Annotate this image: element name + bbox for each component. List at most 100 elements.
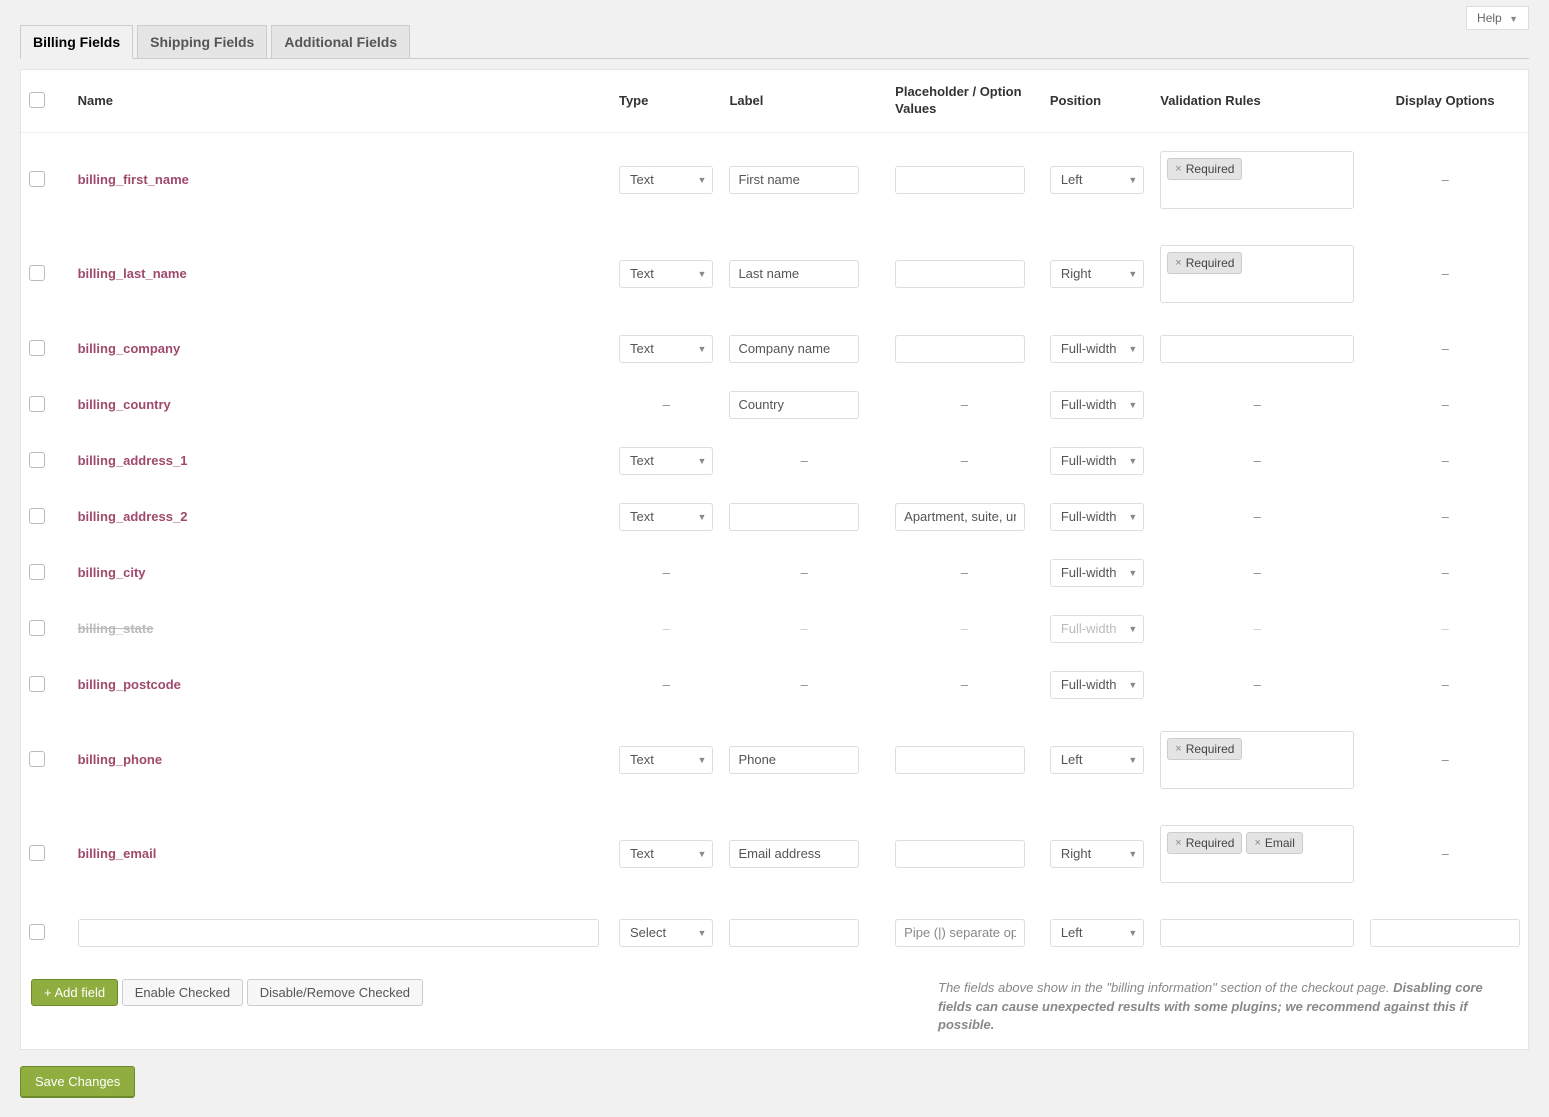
field-name-link[interactable]: billing_last_name <box>78 266 187 281</box>
select: Full-width▼ <box>1050 615 1144 643</box>
validation-box[interactable]: ×Required <box>1160 245 1354 303</box>
text-input[interactable] <box>729 746 859 774</box>
enable-checked-button[interactable]: Enable Checked <box>122 979 243 1006</box>
disable-remove-checked-button[interactable]: Disable/Remove Checked <box>247 979 423 1006</box>
select[interactable]: Select▼ <box>619 919 713 947</box>
row-checkbox[interactable] <box>29 751 45 767</box>
select[interactable]: Text▼ <box>619 503 713 531</box>
select[interactable]: Text▼ <box>619 746 713 774</box>
text-input[interactable] <box>729 166 859 194</box>
caret-down-icon: ▼ <box>1128 568 1137 578</box>
text-input[interactable] <box>895 840 1025 868</box>
select[interactable]: Left▼ <box>1050 166 1144 194</box>
dash: – <box>1441 621 1448 636</box>
row-checkbox[interactable] <box>29 265 45 281</box>
display-options-box[interactable] <box>1370 919 1520 947</box>
dash: – <box>1441 752 1448 767</box>
row-checkbox[interactable] <box>29 508 45 524</box>
field-row: billing_email Text▼ Right▼ ×Required×Email – <box>21 807 1528 901</box>
caret-down-icon: ▼ <box>698 456 707 466</box>
row-checkbox[interactable] <box>29 924 45 940</box>
select[interactable]: Full-width▼ <box>1050 391 1144 419</box>
caret-down-icon: ▼ <box>698 175 707 185</box>
row-checkbox[interactable] <box>29 452 45 468</box>
caret-down-icon: ▼ <box>1128 849 1137 859</box>
select[interactable]: Text▼ <box>619 840 713 868</box>
field-name-link[interactable]: billing_postcode <box>78 677 181 692</box>
select[interactable]: Full-width▼ <box>1050 503 1144 531</box>
text-input[interactable] <box>729 260 859 288</box>
field-name-link[interactable]: billing_address_1 <box>78 453 188 468</box>
validation-box[interactable]: ×Required <box>1160 151 1354 209</box>
text-input[interactable] <box>895 919 1025 947</box>
select[interactable]: Left▼ <box>1050 919 1144 947</box>
field-name-link[interactable]: billing_city <box>78 565 146 580</box>
row-checkbox[interactable] <box>29 564 45 580</box>
row-checkbox[interactable] <box>29 171 45 187</box>
text-input[interactable] <box>895 503 1025 531</box>
remove-tag-icon[interactable]: × <box>1254 837 1260 849</box>
col-type: Type <box>611 70 721 132</box>
field-name-link[interactable]: billing_company <box>78 341 181 356</box>
select[interactable]: Right▼ <box>1050 260 1144 288</box>
dash: – <box>1441 453 1448 468</box>
row-checkbox[interactable] <box>29 340 45 356</box>
row-checkbox[interactable] <box>29 676 45 692</box>
text-input[interactable] <box>895 335 1025 363</box>
row-checkbox[interactable] <box>29 396 45 412</box>
tab-shipping-fields[interactable]: Shipping Fields <box>137 25 267 58</box>
validation-box[interactable] <box>1160 919 1354 947</box>
remove-tag-icon[interactable]: × <box>1175 163 1181 175</box>
caret-down-icon: ▼ <box>1128 344 1137 354</box>
text-input[interactable] <box>78 919 599 947</box>
select[interactable]: Full-width▼ <box>1050 335 1144 363</box>
text-input[interactable] <box>729 840 859 868</box>
help-label: Help <box>1477 11 1502 25</box>
select[interactable]: Text▼ <box>619 447 713 475</box>
dash: – <box>801 565 808 580</box>
remove-tag-icon[interactable]: × <box>1175 743 1181 755</box>
col-placeholder: Placeholder / Option Values <box>887 70 1042 132</box>
select[interactable]: Full-width▼ <box>1050 447 1144 475</box>
text-input[interactable] <box>895 260 1025 288</box>
col-validation: Validation Rules <box>1152 70 1362 132</box>
field-row: billing_last_nameText▼Right▼×Required– <box>21 227 1528 321</box>
tab-billing-fields[interactable]: Billing Fields <box>20 25 133 59</box>
field-name-link[interactable]: billing_first_name <box>78 172 189 187</box>
row-checkbox[interactable] <box>29 845 45 861</box>
tab-additional-fields[interactable]: Additional Fields <box>271 25 410 58</box>
select[interactable]: Text▼ <box>619 260 713 288</box>
text-input[interactable] <box>729 503 859 531</box>
field-name-link[interactable]: billing_phone <box>78 752 163 767</box>
select-all-checkbox[interactable] <box>29 92 45 108</box>
caret-down-icon: ▼ <box>1128 755 1137 765</box>
text-input[interactable] <box>729 391 859 419</box>
validation-box[interactable] <box>1160 335 1354 363</box>
field-name-link[interactable]: billing_address_2 <box>78 509 188 524</box>
dash: – <box>1441 846 1448 861</box>
field-name-link[interactable]: billing_email <box>78 846 157 861</box>
select[interactable]: Left▼ <box>1050 746 1144 774</box>
validation-box[interactable]: ×Required×Email <box>1160 825 1354 883</box>
save-changes-button[interactable]: Save Changes <box>20 1066 135 1097</box>
select[interactable]: Right▼ <box>1050 840 1144 868</box>
dash: – <box>961 677 968 692</box>
remove-tag-icon[interactable]: × <box>1175 837 1181 849</box>
dash: – <box>1254 621 1261 636</box>
help-tab[interactable]: Help ▼ <box>1466 6 1529 30</box>
remove-tag-icon[interactable]: × <box>1175 257 1181 269</box>
select[interactable]: Text▼ <box>619 335 713 363</box>
text-input[interactable] <box>729 919 859 947</box>
select[interactable]: Text▼ <box>619 166 713 194</box>
dash: – <box>801 453 808 468</box>
add-field-button[interactable]: + Add field <box>31 979 118 1006</box>
validation-box[interactable]: ×Required <box>1160 731 1354 789</box>
select[interactable]: Full-width▼ <box>1050 671 1144 699</box>
text-input[interactable] <box>895 746 1025 774</box>
row-checkbox[interactable] <box>29 620 45 636</box>
text-input[interactable] <box>895 166 1025 194</box>
select[interactable]: Full-width▼ <box>1050 559 1144 587</box>
field-row: billing_phone Text▼ Left▼ ×Required – <box>21 713 1528 807</box>
field-name-link[interactable]: billing_country <box>78 397 171 412</box>
text-input[interactable] <box>729 335 859 363</box>
